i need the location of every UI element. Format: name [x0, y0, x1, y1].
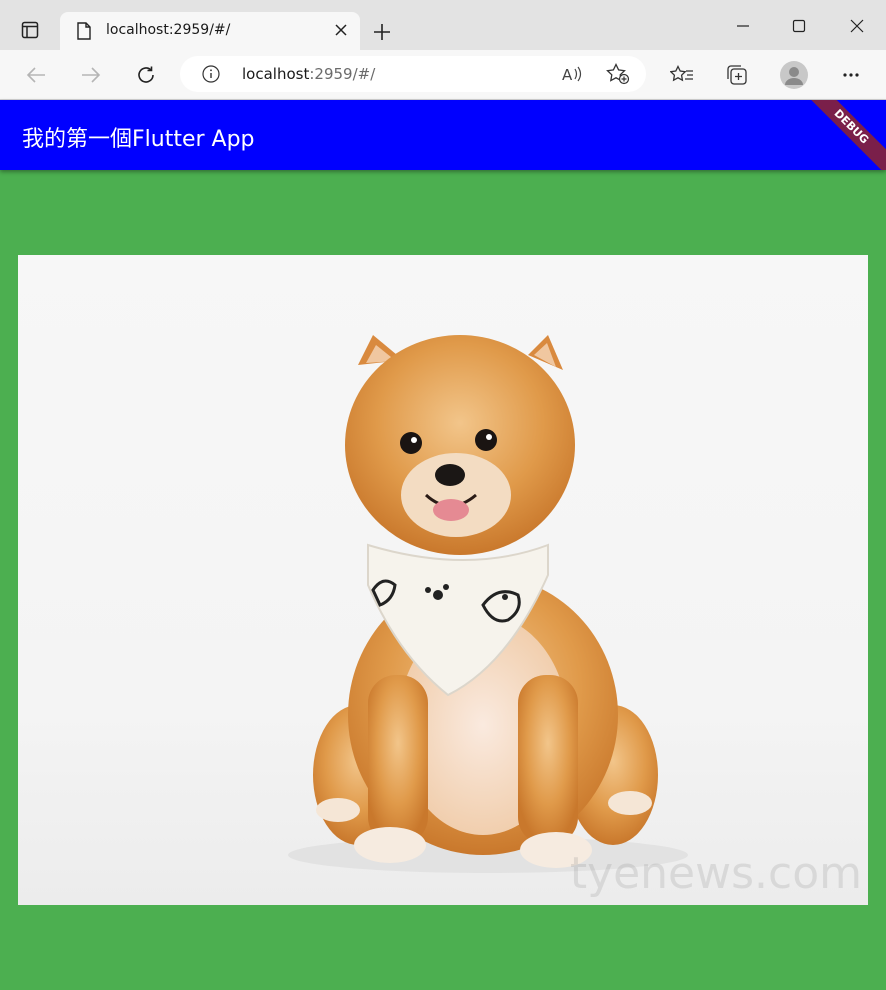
collections-button[interactable] — [721, 60, 753, 90]
title-bar: localhost:2959/#/ — [0, 0, 886, 50]
site-info-icon[interactable] — [202, 65, 220, 83]
page-icon — [77, 22, 91, 40]
maximize-icon — [792, 19, 806, 33]
back-button[interactable] — [20, 60, 52, 90]
tab-title: localhost:2959/#/ — [106, 22, 231, 38]
watermark: tyenews.com — [569, 848, 862, 899]
close-icon — [850, 19, 864, 33]
close-tab-icon[interactable] — [334, 23, 348, 37]
close-window-button[interactable] — [843, 14, 871, 38]
tab-actions-button[interactable] — [12, 14, 48, 46]
add-favorite-icon[interactable] — [606, 63, 630, 85]
dog-photo: tyenews.com — [18, 255, 868, 905]
read-aloud-icon[interactable]: A — [562, 65, 584, 87]
minimize-button[interactable] — [729, 14, 757, 38]
forward-arrow-icon — [82, 67, 101, 83]
collections-icon — [727, 65, 747, 85]
app-title: 我的第一個Flutter App — [22, 127, 255, 152]
refresh-button[interactable] — [130, 60, 162, 90]
back-arrow-icon — [26, 67, 45, 83]
minimize-icon — [737, 25, 749, 27]
url-path: :2959/#/ — [309, 65, 376, 83]
more-options-icon — [843, 73, 859, 77]
app-bar: 我的第一個Flutter App DEBUG — [0, 100, 886, 170]
address-bar[interactable]: localhost:2959/#/ A — [180, 56, 646, 92]
browser-tab[interactable]: localhost:2959/#/ — [60, 12, 360, 50]
plus-icon — [374, 24, 390, 40]
tab-actions-icon — [21, 21, 39, 39]
url-host: localhost — [242, 65, 310, 83]
favorites-button[interactable] — [666, 60, 698, 90]
svg-text:A: A — [562, 66, 573, 83]
address-url[interactable]: localhost:2959/#/ — [242, 65, 375, 83]
refresh-icon — [138, 66, 154, 83]
favorites-list-icon — [670, 65, 693, 82]
profile-avatar-icon — [780, 61, 808, 89]
new-tab-button[interactable] — [368, 18, 396, 46]
forward-button[interactable] — [75, 60, 107, 90]
browser-toolbar: localhost:2959/#/ A — [0, 50, 886, 100]
pomeranian-illustration — [288, 335, 688, 873]
maximize-button[interactable] — [785, 14, 813, 38]
profile-button[interactable] — [778, 60, 810, 90]
debug-banner: DEBUG — [798, 100, 886, 170]
settings-menu-button[interactable] — [835, 60, 867, 90]
